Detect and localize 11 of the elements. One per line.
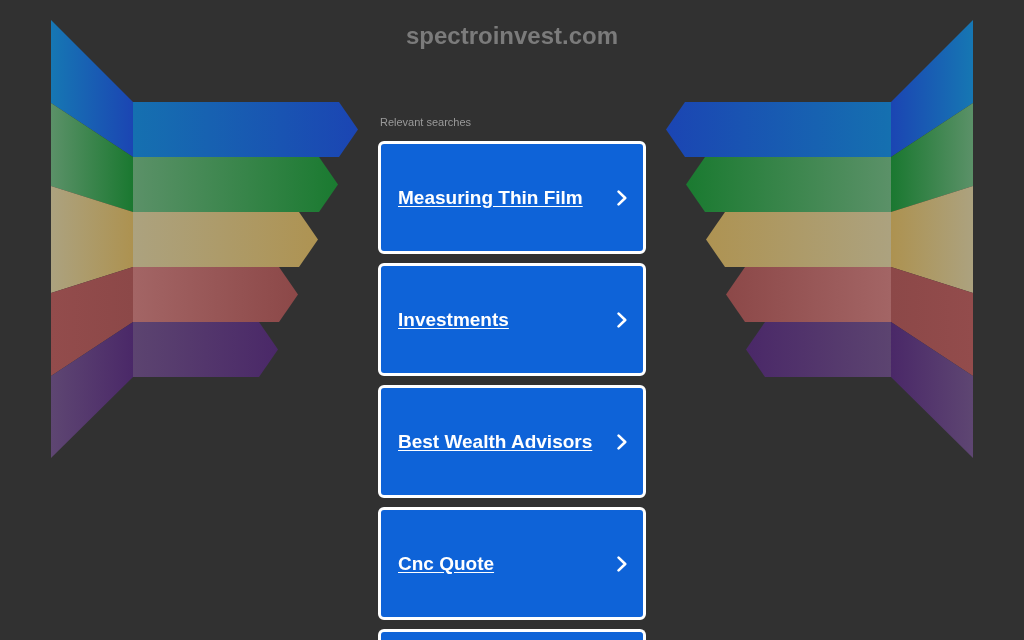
search-link[interactable]	[378, 629, 646, 640]
search-link[interactable]: Measuring Thin Film	[378, 141, 646, 254]
search-link[interactable]: Investments	[378, 263, 646, 376]
domain-title: spectroinvest.com	[405, 22, 619, 50]
chevron-icon	[617, 189, 627, 206]
chevron-icon	[617, 433, 627, 450]
search-link[interactable]: Cnc Quote	[378, 507, 646, 620]
search-link[interactable]: Best Wealth Advisors	[378, 385, 646, 498]
section-heading: Relevant searches	[380, 116, 472, 129]
chevron-icon	[617, 311, 627, 328]
chevron-icon	[617, 555, 627, 572]
